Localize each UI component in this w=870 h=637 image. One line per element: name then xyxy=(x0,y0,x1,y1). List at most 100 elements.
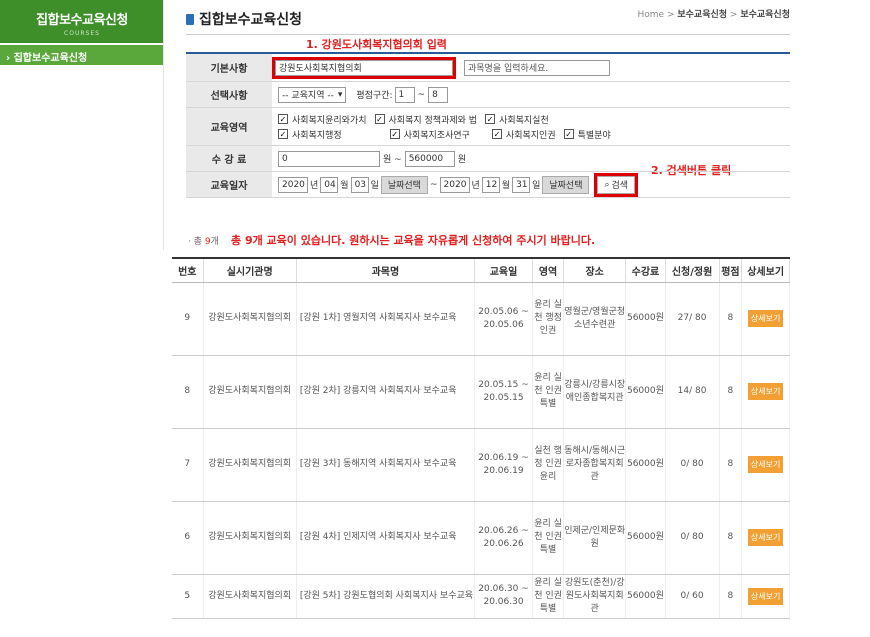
title-bullet-icon xyxy=(186,13,194,25)
row-area: 윤리 실천 인권 특별 xyxy=(532,355,565,429)
area-checkbox[interactable]: ✓ 사회복지행정 xyxy=(278,128,342,141)
detail-button[interactable]: 상세보기 xyxy=(747,587,784,605)
row-number: 9 xyxy=(172,282,204,356)
search-form: 기본사항 강원도사회복지협의회 과목명을 입력하세요. 선택사항 -- 교육지역… xyxy=(186,52,790,198)
start-day-input[interactable]: 03 xyxy=(350,176,369,193)
checkbox-check-icon[interactable]: ✓ xyxy=(389,129,400,139)
row-date: 20.05.15 ~ 20.05.15 xyxy=(474,355,534,429)
checkbox-check-icon[interactable]: ✓ xyxy=(491,129,502,139)
row-org: 강원도사회복지협의회 xyxy=(203,574,297,619)
start-month-input[interactable]: 04 xyxy=(320,176,339,193)
area-checkbox-row: ✓ 사회복지윤리와가치 ✓ 사회복지 정책과제와 법 ✓ 사회복지실천 xyxy=(278,113,557,126)
checkbox-label: 사회복지 정책과제와 법 xyxy=(388,115,478,126)
sidebar-item-label: 집합보수교육신청 xyxy=(13,53,88,64)
column-header: 수강료 xyxy=(625,257,666,283)
row-detail: 상세보기 xyxy=(741,355,790,429)
row-place: 동해시/동해시근로자종합복지회관 xyxy=(563,428,627,502)
highlight-box: ⌕ 검색 xyxy=(594,172,639,197)
row-date: 20.06.30 ~ 20.06.30 xyxy=(474,574,534,619)
area-checkbox[interactable]: ✓ 사회복지인권 xyxy=(491,128,556,141)
end-month-input[interactable]: 12 xyxy=(481,176,500,193)
sidebar-item-course-apply[interactable]: › 집합보수교육신청 xyxy=(0,45,164,65)
row-course: [강원 5차] 강원도협의회 사회복지사 보수교육 xyxy=(296,574,476,619)
table-row: 7 강원도사회복지협의회 [강원 3차] 동해지역 사회복지사 보수교육 20.06.… xyxy=(172,428,790,502)
row-place: 강원도(춘천)/강원도사회복지회관 xyxy=(563,574,627,619)
checkbox-label: 사회복지행정 xyxy=(292,130,342,141)
rating-from-input[interactable]: 1 xyxy=(394,86,415,103)
start-date-picker-button[interactable]: 날짜선택 xyxy=(380,175,428,194)
form-row-fee: 수 강 료 0 원 ~ 560000 원 xyxy=(186,146,790,172)
checkbox-label: 사회복지윤리와가치 xyxy=(292,115,367,126)
org-input[interactable]: 강원도사회복지협의회 xyxy=(275,59,453,76)
row-course: [강원 3차] 동해지역 사회복지사 보수교육 xyxy=(296,428,476,502)
area-checkbox[interactable]: ✓ 사회복지실천 xyxy=(485,113,549,126)
area-label: 교육영역 xyxy=(186,108,272,145)
row-org: 강원도사회복지협의회 xyxy=(203,355,297,429)
row-place: 인제군/인제문화원 xyxy=(563,501,627,575)
area-checkbox[interactable]: ✓ 특별분야 xyxy=(563,128,611,141)
breadcrumb-item[interactable]: 보수교육신청 xyxy=(677,10,727,20)
checkbox-label: 사회복지인권 xyxy=(505,130,556,141)
end-date-picker-button[interactable]: 날짜선택 xyxy=(542,175,590,194)
end-year-input[interactable]: 2020 xyxy=(439,176,470,193)
breadcrumb-home[interactable]: Home xyxy=(638,10,665,20)
checkbox-check-icon[interactable]: ✓ xyxy=(278,114,288,124)
row-place: 강릉시/강릉시장애인종합복지관 xyxy=(563,355,627,429)
rating-to-input[interactable]: 8 xyxy=(428,86,449,103)
checkbox-check-icon[interactable]: ✓ xyxy=(278,129,288,139)
checkbox-label: 특별분야 xyxy=(577,130,611,141)
checkbox-check-icon[interactable]: ✓ xyxy=(485,114,496,124)
area-checkbox[interactable]: ✓ 사회복지조사연구 xyxy=(389,128,470,141)
fee-separator: 원 ~ xyxy=(383,155,402,165)
detail-button[interactable]: 상세보기 xyxy=(747,529,784,546)
unit-label: 일 xyxy=(532,181,541,191)
column-header: 실시기관명 xyxy=(203,257,297,283)
annotation-step1: 1. 강원도사회복지협의회 입력 xyxy=(306,38,447,51)
page-title: 집합보수교육신청 xyxy=(186,9,302,29)
course-input[interactable]: 과목명을 입력하세요. xyxy=(464,59,610,76)
row-score: 8 xyxy=(719,355,743,429)
checkbox-check-icon[interactable]: ✓ xyxy=(374,114,385,124)
divider xyxy=(186,34,790,35)
end-day-input[interactable]: 31 xyxy=(512,176,531,193)
detail-button[interactable]: 상세보기 xyxy=(747,310,784,327)
start-year-input[interactable]: 2020 xyxy=(278,176,308,193)
unit-label: 월 xyxy=(340,181,349,191)
fee-to-input[interactable]: 560000 xyxy=(404,150,455,167)
column-header: 번호 xyxy=(172,257,204,283)
row-detail: 상세보기 xyxy=(741,574,790,619)
detail-button[interactable]: 상세보기 xyxy=(747,456,784,473)
column-header: 평점 xyxy=(719,257,743,283)
result-count: · 총 9개 xyxy=(188,234,219,247)
area-checkbox[interactable]: ✓ 사회복지 정책과제와 법 xyxy=(374,113,478,126)
row-detail: 상세보기 xyxy=(741,282,790,356)
breadcrumb-current: 보수교육신청 xyxy=(740,10,790,20)
row-apply: 27/ 80 xyxy=(665,282,720,356)
chevron-down-icon: ▾ xyxy=(337,89,343,100)
row-area: 윤리 실천 인권 특별 xyxy=(532,574,565,619)
unit-label: 일 xyxy=(370,181,379,191)
fee-label: 수 강 료 xyxy=(186,146,272,171)
row-apply: 0/ 80 xyxy=(665,428,720,502)
search-button[interactable]: ⌕ 검색 xyxy=(597,175,636,194)
row-org: 강원도사회복지협의회 xyxy=(203,501,297,575)
detail-button[interactable]: 상세보기 xyxy=(747,383,784,400)
page-title-text: 집합보수교육신청 xyxy=(199,12,303,28)
checkbox-check-icon[interactable]: ✓ xyxy=(563,129,574,139)
region-select[interactable]: -- 교육지역 -- ▾ xyxy=(278,86,347,103)
table-body: 9 강원도사회복지협의회 [강원 1차] 영월지역 사회복지사 보수교육 20.05.… xyxy=(172,282,790,619)
table-row: 6 강원도사회복지협의회 [강원 4차] 인제지역 사회복지사 보수교육 20.06.… xyxy=(172,501,790,575)
result-count-prefix: · 총 xyxy=(188,237,203,247)
row-detail: 상세보기 xyxy=(741,428,790,502)
row-course: [강원 1차] 영월지역 사회복지사 보수교육 xyxy=(296,282,476,356)
row-org: 강원도사회복지협의회 xyxy=(203,428,297,502)
row-detail: 상세보기 xyxy=(741,501,790,575)
column-header: 상세보기 xyxy=(741,257,790,283)
row-fee: 56000원 xyxy=(625,501,666,575)
sidebar-subtitle: COURSES xyxy=(64,30,100,37)
result-count-suffix: 개 xyxy=(210,237,219,247)
table-header-row: 번호 실시기관명 과목명 교육일 영역 장소 수강료 신청/정원 평점 상세보기 xyxy=(172,257,790,283)
fee-from-input[interactable]: 0 xyxy=(278,150,380,167)
area-checkbox[interactable]: ✓ 사회복지윤리와가치 xyxy=(278,113,367,126)
table-row: 9 강원도사회복지협의회 [강원 1차] 영월지역 사회복지사 보수교육 20.05.… xyxy=(172,282,790,356)
